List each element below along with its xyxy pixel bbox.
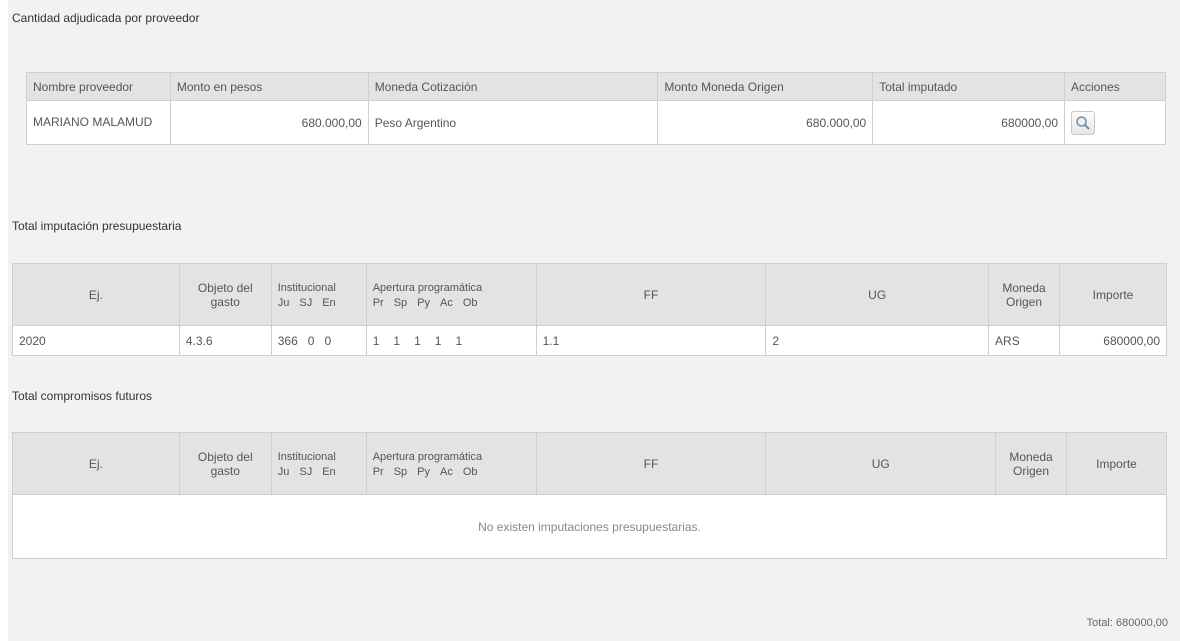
table-row: 2020 4.3.6 366 0 0 1 1 1 1 1 1.1 2 ARS 6…	[12, 325, 1167, 356]
section-title-compromisos: Total compromisos futuros	[12, 389, 153, 403]
col-header: Total imputado	[872, 72, 1066, 101]
total-imputado: 680000,00	[872, 100, 1066, 145]
col-header: Monto en pesos	[169, 72, 369, 101]
view-details-button[interactable]	[1071, 110, 1096, 135]
col-header-objeto: Objeto del gasto	[178, 263, 272, 326]
proveedor-name: MARIANO MALAMUD	[26, 100, 171, 145]
col-header-ug: UG	[765, 432, 997, 495]
table-header-row: Ej. Objeto del gasto Institucional Ju SJ…	[12, 432, 1167, 495]
col-header-ej: Ej.	[12, 432, 180, 495]
cell-importe: 680000,00	[1059, 325, 1167, 356]
empty-message: No existen imputaciones presupuestarias.	[12, 494, 1167, 559]
monto-moneda-origen: 680.000,00	[657, 100, 874, 145]
cell-ff: 1.1	[535, 325, 767, 356]
cell-moneda: ARS	[988, 325, 1060, 356]
col-header-importe: Importe	[1059, 263, 1167, 326]
table-header-row: Nombre proveedor Monto en pesos Moneda C…	[26, 72, 1166, 101]
col-header: Moneda Cotización	[367, 72, 659, 101]
col-header-importe: Importe	[1066, 432, 1167, 495]
cell-apertura: 1 1 1 1 1	[365, 325, 537, 356]
monto-pesos: 680.000,00	[169, 100, 369, 145]
section-title-proveedor: Cantidad adjudicada por proveedor	[12, 11, 200, 25]
compromisos-table: Ej. Objeto del gasto Institucional Ju SJ…	[12, 432, 1167, 559]
col-header-apertura: Apertura programática Pr Sp Py Ac Ob	[365, 263, 537, 326]
search-icon	[1076, 115, 1090, 130]
proveedor-table: Nombre proveedor Monto en pesos Moneda C…	[26, 72, 1166, 145]
acciones-cell	[1064, 100, 1166, 145]
moneda-cotizacion: Peso Argentino	[367, 100, 659, 145]
col-header: Acciones	[1064, 72, 1166, 101]
footer-total: Total: 680000,00	[1086, 617, 1168, 629]
col-header-moneda: Moneda Origen	[995, 432, 1068, 495]
col-header-institucional: Institucional Ju SJ En	[270, 432, 367, 495]
col-header: Monto Moneda Origen	[657, 72, 874, 101]
table-row: MARIANO MALAMUD 680.000,00 Peso Argentin…	[26, 100, 1166, 145]
col-header-moneda: Moneda Origen	[988, 263, 1060, 326]
col-header-institucional: Institucional Ju SJ En	[270, 263, 367, 326]
col-header: Nombre proveedor	[26, 72, 171, 101]
table-row-empty: No existen imputaciones presupuestarias.	[12, 494, 1167, 559]
imputacion-table: Ej. Objeto del gasto Institucional Ju SJ…	[12, 263, 1167, 356]
cell-ug: 2	[765, 325, 990, 356]
col-header-ff: FF	[535, 432, 767, 495]
col-header-ej: Ej.	[12, 263, 180, 326]
cell-institucional: 366 0 0	[270, 325, 367, 356]
section-title-imputacion: Total imputación presupuestaria	[12, 219, 182, 233]
cell-ej: 2020	[12, 325, 180, 356]
col-header-apertura: Apertura programática Pr Sp Py Ac Ob	[365, 432, 537, 495]
table-header-row: Ej. Objeto del gasto Institucional Ju SJ…	[12, 263, 1167, 326]
col-header-ff: FF	[535, 263, 767, 326]
col-header-objeto: Objeto del gasto	[178, 432, 272, 495]
cell-objeto: 4.3.6	[178, 325, 272, 356]
col-header-ug: UG	[765, 263, 990, 326]
